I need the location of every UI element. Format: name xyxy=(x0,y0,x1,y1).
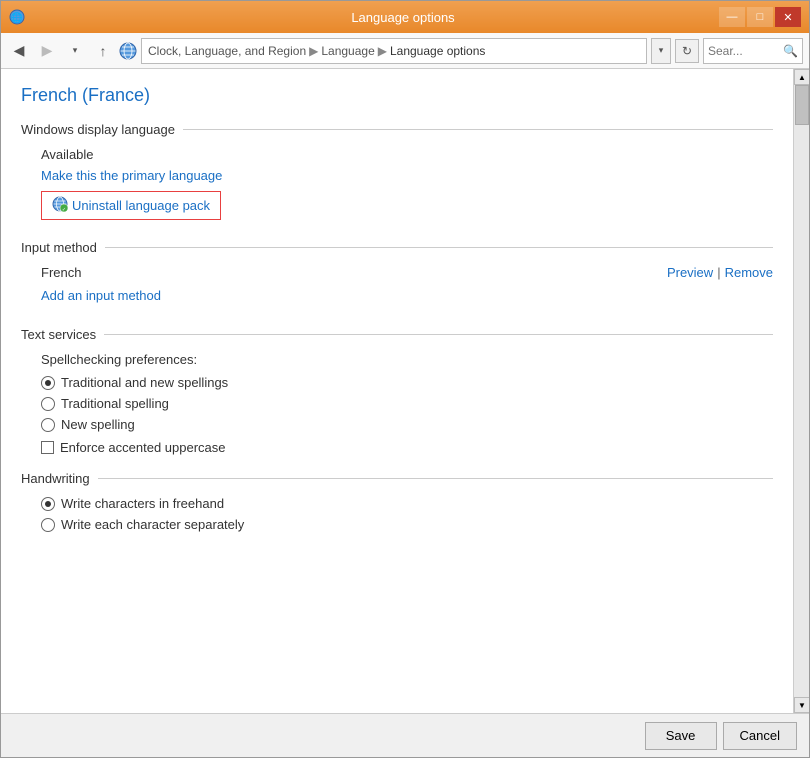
address-path[interactable]: Clock, Language, and Region ▶ Language ▶… xyxy=(141,38,647,64)
minimize-button[interactable]: — xyxy=(719,7,745,27)
down-arrow-button[interactable]: ▾ xyxy=(63,39,87,63)
footer: Save Cancel xyxy=(1,713,809,757)
spellcheck-label: Spellchecking preferences: xyxy=(41,352,773,367)
input-method-label: Input method xyxy=(21,240,97,255)
address-bar: ◀ ▶ ▾ ↑ Clock, Language, and Region ▶ La… xyxy=(1,33,809,69)
breadcrumb-item-2: Language xyxy=(321,44,374,58)
input-method-name: French xyxy=(41,265,81,280)
enforce-accented-label[interactable]: Enforce accented uppercase xyxy=(41,440,773,455)
text-services-section: Text services Spellchecking preferences:… xyxy=(21,327,773,455)
radio-freehand-input[interactable] xyxy=(41,497,55,511)
radio-traditional-new-label: Traditional and new spellings xyxy=(61,375,228,390)
section-header-input-method: Input method xyxy=(21,240,773,255)
section-divider-4 xyxy=(98,478,773,479)
scroll-up-arrow[interactable]: ▲ xyxy=(794,69,809,85)
app-icon: 🌐 xyxy=(9,9,25,25)
breadcrumb-item-1: Clock, Language, and Region xyxy=(148,44,306,58)
make-primary-link[interactable]: Make this the primary language xyxy=(41,168,222,183)
enforce-accented-text: Enforce accented uppercase xyxy=(60,440,226,455)
forward-button[interactable]: ▶ xyxy=(35,39,59,63)
text-services-content: Spellchecking preferences: Traditional a… xyxy=(21,352,773,455)
windows-display-content: Available Make this the primary language xyxy=(21,147,773,224)
radio-traditional-new[interactable]: Traditional and new spellings xyxy=(41,375,773,390)
radio-new-spelling[interactable]: New spelling xyxy=(41,417,773,432)
scroll-content: French (France) Windows display language… xyxy=(1,69,793,713)
section-header-text-services: Text services xyxy=(21,327,773,342)
breadcrumb-sep-2: ▶ xyxy=(378,44,387,58)
svg-text:🌐: 🌐 xyxy=(11,11,23,24)
uninstall-label: Uninstall language pack xyxy=(72,198,210,213)
address-dropdown-button[interactable]: ▾ xyxy=(651,38,671,64)
search-box[interactable]: 🔍 xyxy=(703,38,803,64)
section-divider-2 xyxy=(105,247,773,248)
action-separator: | xyxy=(717,265,720,280)
globe-icon: ✓ xyxy=(52,196,68,215)
content-area: French (France) Windows display language… xyxy=(1,69,809,713)
close-button[interactable]: ✕ xyxy=(775,7,801,27)
spellcheck-radio-group: Traditional and new spellings Traditiona… xyxy=(41,375,773,432)
handwriting-content: Write characters in freehand Write each … xyxy=(21,496,773,532)
radio-freehand-label: Write characters in freehand xyxy=(61,496,224,511)
uninstall-button[interactable]: ✓ Uninstall language pack xyxy=(41,191,221,220)
maximize-button[interactable]: □ xyxy=(747,7,773,27)
enforce-accented-checkbox[interactable] xyxy=(41,441,54,454)
scroll-thumb[interactable] xyxy=(795,85,809,125)
radio-traditional[interactable]: Traditional spelling xyxy=(41,396,773,411)
refresh-button[interactable]: ↻ xyxy=(675,39,699,63)
handwriting-section: Handwriting Write characters in freehand… xyxy=(21,471,773,532)
radio-freehand[interactable]: Write characters in freehand xyxy=(41,496,773,511)
add-input-method-link[interactable]: Add an input method xyxy=(41,288,161,303)
page-title: French (France) xyxy=(21,85,773,106)
window-title: Language options xyxy=(87,10,719,25)
input-method-actions: Preview | Remove xyxy=(667,265,773,280)
breadcrumb-item-3: Language options xyxy=(390,44,485,58)
input-method-row: French Preview | Remove xyxy=(41,265,773,280)
radio-traditional-input[interactable] xyxy=(41,397,55,411)
text-services-label: Text services xyxy=(21,327,96,342)
handwriting-radio-group: Write characters in freehand Write each … xyxy=(41,496,773,532)
radio-new-spelling-input[interactable] xyxy=(41,418,55,432)
title-bar: 🌐 Language options — □ ✕ xyxy=(1,1,809,33)
radio-traditional-new-input[interactable] xyxy=(41,376,55,390)
remove-link[interactable]: Remove xyxy=(725,265,773,280)
input-method-section: Input method French Preview | Remove Add… xyxy=(21,240,773,311)
windows-display-section: Windows display language Available Make … xyxy=(21,122,773,224)
radio-separate-input[interactable] xyxy=(41,518,55,532)
scrollbar[interactable]: ▲ ▼ xyxy=(793,69,809,713)
search-input[interactable] xyxy=(708,44,783,58)
cancel-button[interactable]: Cancel xyxy=(723,722,797,750)
section-header-handwriting: Handwriting xyxy=(21,471,773,486)
scroll-track[interactable] xyxy=(794,85,809,697)
window-controls: — □ ✕ xyxy=(719,7,801,27)
location-icon xyxy=(119,42,137,60)
radio-separate-label: Write each character separately xyxy=(61,517,244,532)
section-header-windows-display: Windows display language xyxy=(21,122,773,137)
search-icon: 🔍 xyxy=(783,44,798,58)
main-window: 🌐 Language options — □ ✕ ◀ ▶ ▾ ↑ Clock, … xyxy=(0,0,810,758)
scroll-down-arrow[interactable]: ▼ xyxy=(794,697,809,713)
available-text: Available xyxy=(41,147,773,162)
radio-new-spelling-label: New spelling xyxy=(61,417,135,432)
section-divider xyxy=(183,129,773,130)
radio-separate[interactable]: Write each character separately xyxy=(41,517,773,532)
radio-traditional-label: Traditional spelling xyxy=(61,396,169,411)
preview-link[interactable]: Preview xyxy=(667,265,713,280)
save-button[interactable]: Save xyxy=(645,722,717,750)
handwriting-label: Handwriting xyxy=(21,471,90,486)
svg-text:✓: ✓ xyxy=(62,207,66,212)
windows-display-label: Windows display language xyxy=(21,122,175,137)
section-divider-3 xyxy=(104,334,773,335)
back-button[interactable]: ◀ xyxy=(7,39,31,63)
breadcrumb-sep-1: ▶ xyxy=(309,44,318,58)
up-button[interactable]: ↑ xyxy=(91,39,115,63)
input-method-content: French Preview | Remove Add an input met… xyxy=(21,265,773,311)
